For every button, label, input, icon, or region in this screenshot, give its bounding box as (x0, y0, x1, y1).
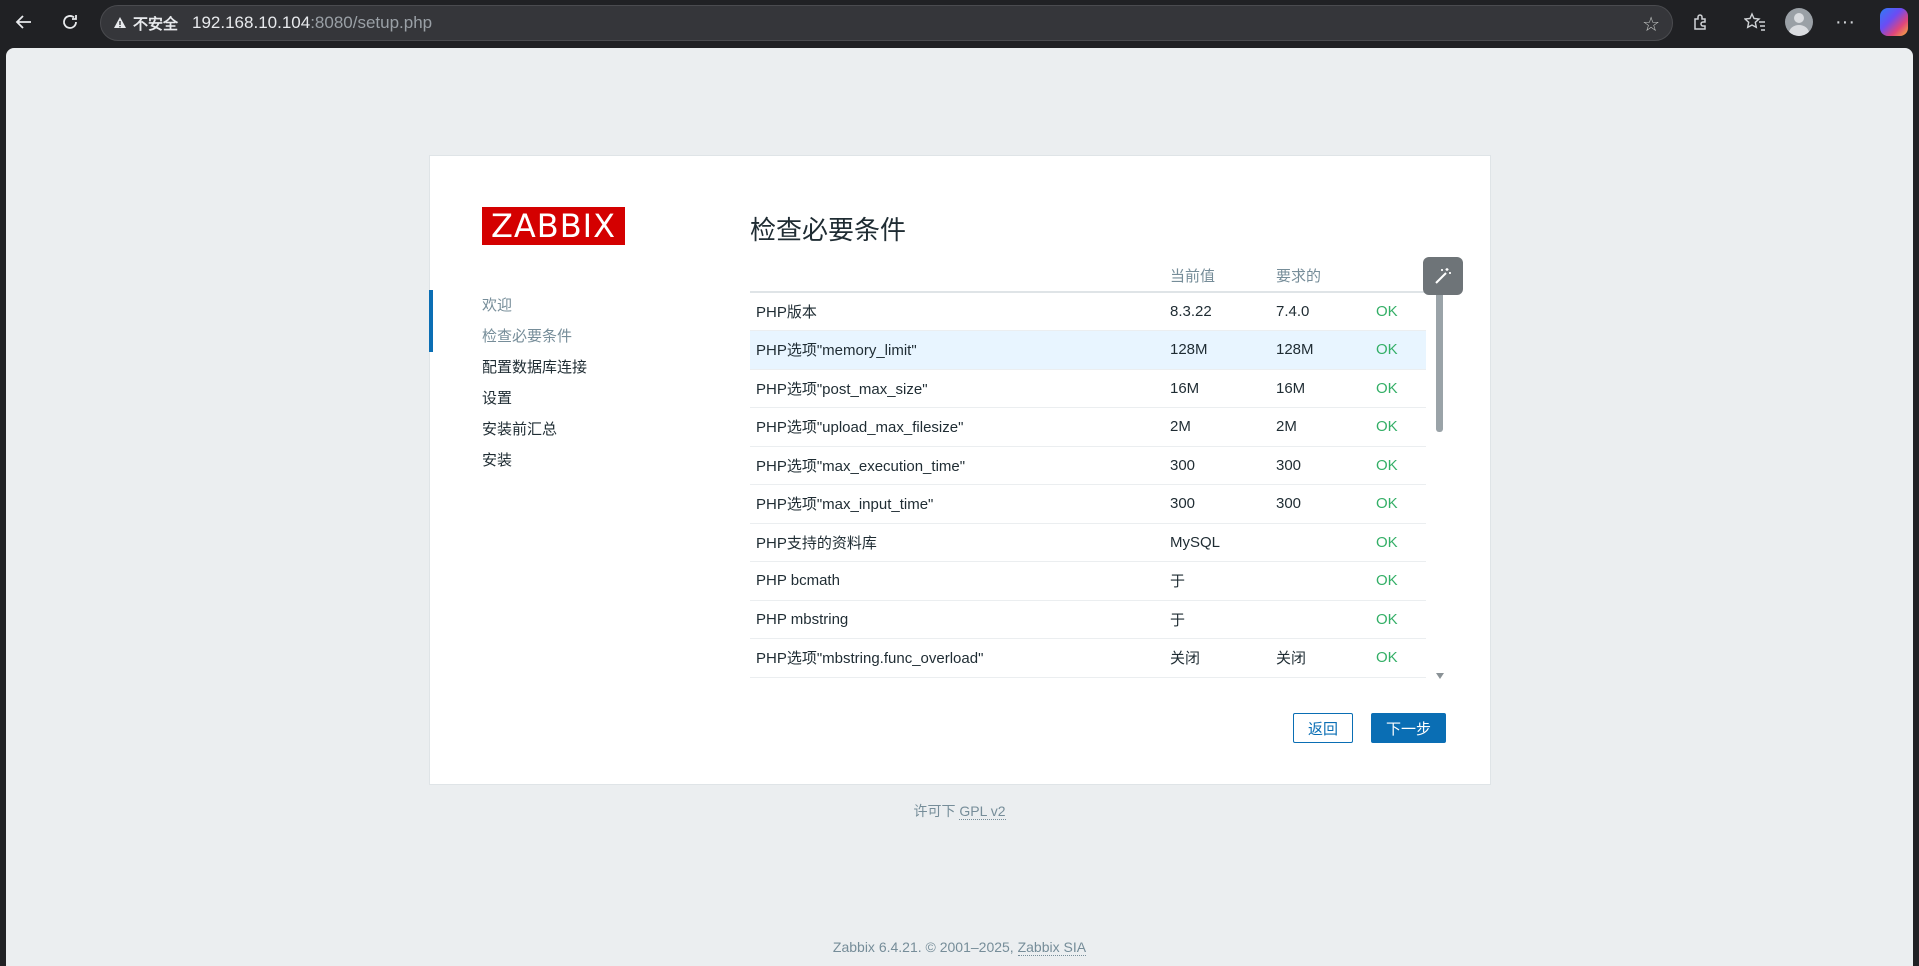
page-viewport: ZABBIX 欢迎 检查必要条件 配置数据库连接 设置 安装前汇总 安装 检查必… (6, 48, 1913, 966)
row-status: OK (1370, 330, 1426, 370)
row-required: 7.4.0 (1270, 292, 1370, 331)
table-row: PHP版本 8.3.22 7.4.0 OK (750, 292, 1426, 331)
magic-wand-icon[interactable] (1423, 257, 1463, 295)
row-current: 128M (1164, 330, 1270, 370)
header-current: 当前值 (1164, 260, 1270, 293)
row-status: OK (1370, 446, 1426, 485)
url-host: 192.168.10.104 (192, 13, 311, 32)
next-step-button[interactable]: 下一步 (1371, 713, 1446, 743)
row-name: PHP选项"max_input_time" (750, 484, 1164, 524)
header-name (750, 260, 1164, 293)
row-current: 关闭 (1164, 638, 1270, 678)
address-bar[interactable]: 不安全 192.168.10.104:8080/setup.php ☆ (100, 5, 1673, 41)
row-current: 2M (1164, 407, 1270, 447)
table-header-row: 当前值 要求的 (750, 260, 1426, 293)
table-row: PHP mbstring 于 OK (750, 600, 1426, 639)
row-current: 300 (1164, 446, 1270, 485)
favorites-list-icon[interactable] (1742, 9, 1768, 35)
security-chip[interactable]: 不安全 (113, 13, 178, 34)
row-required: 300 (1270, 484, 1370, 524)
table-row: PHP选项"post_max_size" 16M 16M OK (750, 369, 1426, 408)
warning-triangle-icon (113, 16, 127, 30)
row-name: PHP版本 (750, 292, 1164, 331)
row-status: OK (1370, 638, 1426, 678)
step-welcome: 欢迎 (482, 297, 513, 314)
row-required (1270, 523, 1370, 562)
table-row: PHP支持的资料库 MySQL OK (750, 523, 1426, 562)
row-status: OK (1370, 484, 1426, 524)
reload-icon[interactable] (56, 8, 84, 36)
more-options-icon[interactable]: ··· (1832, 9, 1858, 35)
row-status: OK (1370, 292, 1426, 331)
url-text[interactable]: 192.168.10.104:8080/setup.php (192, 13, 432, 33)
gpl-link[interactable]: GPL v2 (959, 803, 1006, 820)
row-required: 关闭 (1270, 638, 1370, 678)
table-row: PHP选项"memory_limit" 128M 128M OK (750, 330, 1426, 370)
step-summary: 安装前汇总 (482, 421, 558, 438)
row-name: PHP bcmath (750, 561, 1164, 601)
row-required (1270, 561, 1370, 601)
row-name: PHP选项"post_max_size" (750, 369, 1164, 408)
row-current: 于 (1164, 600, 1270, 639)
footer-copyright: Zabbix 6.4.21. © 2001–2025, (832, 939, 1018, 955)
table-row: PHP选项"max_execution_time" 300 300 OK (750, 446, 1426, 485)
browser-toolbar: 不安全 192.168.10.104:8080/setup.php ☆ ··· (0, 0, 1919, 45)
row-current: 300 (1164, 484, 1270, 524)
license-prefix: 许可下 (913, 803, 960, 819)
table-row: PHP选项"upload_max_filesize" 2M 2M OK (750, 407, 1426, 447)
extensions-puzzle-icon[interactable] (1688, 9, 1714, 35)
row-name: PHP选项"mbstring.func_overload" (750, 638, 1164, 678)
header-status (1370, 260, 1426, 293)
row-current: 16M (1164, 369, 1270, 408)
row-status: OK (1370, 600, 1426, 639)
step-check-prerequisites: 检查必要条件 (482, 328, 573, 345)
favorite-star-icon[interactable]: ☆ (1642, 12, 1660, 37)
prerequisites-table-container[interactable]: 当前值 要求的 PHP版本 8.3.22 7.4.0 OK PHP选项"memo… (750, 260, 1490, 678)
row-current: 8.3.22 (1164, 292, 1270, 331)
row-required: 16M (1270, 369, 1370, 408)
row-required: 300 (1270, 446, 1370, 485)
row-required: 2M (1270, 407, 1370, 447)
security-label: 不安全 (133, 15, 179, 33)
step-db-connection: 配置数据库连接 (482, 359, 588, 376)
row-required: 128M (1270, 330, 1370, 370)
profile-avatar[interactable] (1785, 8, 1813, 36)
row-name: PHP选项"memory_limit" (750, 330, 1164, 370)
row-status: OK (1370, 561, 1426, 601)
header-required: 要求的 (1270, 260, 1370, 293)
row-status: OK (1370, 407, 1426, 447)
setup-card: ZABBIX 欢迎 检查必要条件 配置数据库连接 设置 安装前汇总 安装 检查必… (429, 155, 1491, 785)
row-name: PHP选项"upload_max_filesize" (750, 407, 1164, 447)
scroll-down-arrow-icon[interactable] (1436, 673, 1444, 679)
row-name: PHP mbstring (750, 600, 1164, 639)
copilot-icon[interactable] (1880, 8, 1908, 36)
back-button[interactable]: 返回 (1293, 713, 1353, 743)
step-install: 安装 (482, 452, 513, 469)
license-text: 许可下 GPL v2 (6, 801, 1913, 821)
table-row: PHP选项"max_input_time" 300 300 OK (750, 484, 1426, 524)
row-current: 于 (1164, 561, 1270, 601)
zabbix-logo: ZABBIX (482, 207, 625, 245)
row-name: PHP支持的资料库 (750, 523, 1164, 562)
setup-steps: 欢迎 检查必要条件 配置数据库连接 设置 安装前汇总 安装 (430, 290, 690, 476)
footer: Zabbix 6.4.21. © 2001–2025, Zabbix SIA (6, 939, 1913, 956)
row-required (1270, 600, 1370, 639)
back-arrow-icon[interactable] (10, 8, 38, 36)
table-row: PHP bcmath 于 OK (750, 561, 1426, 601)
prerequisites-table: 当前值 要求的 PHP版本 8.3.22 7.4.0 OK PHP选项"memo… (750, 260, 1426, 678)
row-name: PHP选项"max_execution_time" (750, 446, 1164, 485)
zabbix-sia-link[interactable]: Zabbix SIA (1017, 939, 1087, 956)
step-settings: 设置 (482, 390, 513, 407)
page-title: 检查必要条件 (750, 215, 907, 245)
table-scrollbar[interactable] (1436, 264, 1444, 679)
row-status: OK (1370, 369, 1426, 408)
row-status: OK (1370, 523, 1426, 562)
table-row: PHP选项"mbstring.func_overload" 关闭 关闭 OK (750, 638, 1426, 678)
url-path: :8080/setup.php (310, 13, 433, 32)
row-current: MySQL (1164, 523, 1270, 562)
